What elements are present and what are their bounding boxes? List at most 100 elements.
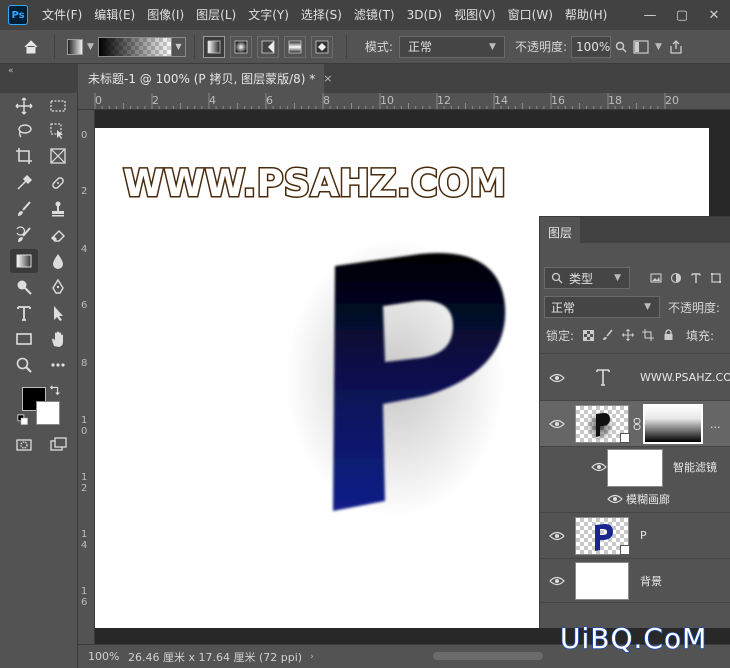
radial-gradient-button[interactable] xyxy=(229,35,252,58)
zoom-tool-icon[interactable] xyxy=(10,353,38,377)
vertical-ruler: 0 2 4 6 8 1 0 1 2 1 4 1 6 xyxy=(78,110,95,644)
eye-icon[interactable] xyxy=(549,418,565,430)
layer-thumbnail[interactable] xyxy=(575,562,629,600)
quick-mask-icon[interactable] xyxy=(10,433,38,457)
workspace-icon[interactable] xyxy=(631,36,651,58)
menu-filter[interactable]: 滤镜(T) xyxy=(348,0,401,30)
link-icon[interactable] xyxy=(633,418,641,430)
chevron-down-icon[interactable]: ▼ xyxy=(171,36,186,57)
document-tab[interactable]: 未标题-1 @ 100% (P 拷贝, 图层蒙版/8) * × xyxy=(78,64,332,93)
crop-tool-icon[interactable] xyxy=(10,144,38,168)
search-icon[interactable] xyxy=(611,36,631,58)
layer-row-p[interactable]: P xyxy=(540,513,730,559)
background-color-swatch[interactable] xyxy=(36,401,60,425)
collapse-toolbar-icon[interactable]: « xyxy=(8,66,14,76)
lasso-tool-icon[interactable] xyxy=(10,119,38,143)
eye-icon[interactable] xyxy=(549,372,565,384)
menu-select[interactable]: 选择(S) xyxy=(295,0,348,30)
smart-object-badge-icon xyxy=(620,545,630,555)
linear-gradient-button[interactable] xyxy=(202,35,225,58)
share-icon[interactable] xyxy=(666,36,686,58)
swap-colors-icon[interactable] xyxy=(48,383,62,397)
layers-tab[interactable]: 图层 xyxy=(540,217,580,247)
layer-row-masked[interactable]: ... xyxy=(540,401,730,447)
layer-mask-thumbnail[interactable] xyxy=(643,404,703,444)
close-icon[interactable]: × xyxy=(323,72,332,85)
filter-pixel-icon[interactable] xyxy=(646,268,666,288)
blend-mode-select[interactable]: 正常 ▼ xyxy=(398,35,505,58)
path-select-tool-icon[interactable] xyxy=(44,301,72,325)
move-tool-icon[interactable] xyxy=(10,94,38,118)
photoshop-logo-icon[interactable]: Ps xyxy=(8,5,28,25)
layer-row-background[interactable]: 背景 xyxy=(540,559,730,603)
eraser-tool-icon[interactable] xyxy=(44,223,72,247)
lock-all-icon[interactable] xyxy=(658,325,678,345)
marquee-tool-icon[interactable] xyxy=(44,94,72,118)
maximize-button[interactable]: ▢ xyxy=(666,0,698,30)
filter-shape-icon[interactable] xyxy=(706,268,726,288)
lock-position-icon[interactable] xyxy=(618,325,638,345)
horizontal-ruler: 0 2 4 6 8 10 12 14 16 18 20 xyxy=(78,93,730,110)
gradient-picker[interactable] xyxy=(97,36,172,57)
clone-stamp-tool-icon[interactable] xyxy=(44,197,72,221)
home-icon[interactable] xyxy=(16,34,46,60)
chevron-down-icon[interactable]: ▼ xyxy=(87,42,94,52)
close-window-button[interactable]: ✕ xyxy=(698,0,730,30)
chevron-down-icon: ▼ xyxy=(644,302,651,312)
smart-filter-mask-thumbnail[interactable] xyxy=(607,449,663,487)
gradient-tool-icon[interactable] xyxy=(10,249,38,273)
rectangle-tool-icon[interactable] xyxy=(10,327,38,351)
dodge-tool-icon[interactable] xyxy=(10,275,38,299)
menu-file[interactable]: 文件(F) xyxy=(36,0,88,30)
diamond-gradient-button[interactable] xyxy=(310,35,333,58)
menu-layer[interactable]: 图层(L) xyxy=(190,0,242,30)
pen-tool-icon[interactable] xyxy=(44,275,72,299)
hand-tool-icon[interactable] xyxy=(44,327,72,351)
eye-icon[interactable] xyxy=(607,493,623,505)
opacity-input[interactable]: 100% xyxy=(571,35,612,58)
filter-type-icon[interactable] xyxy=(686,268,706,288)
ruler-tick-label: 8 xyxy=(81,358,88,369)
menu-window[interactable]: 窗口(W) xyxy=(502,0,559,30)
eye-icon[interactable] xyxy=(591,461,607,473)
eyedropper-tool-icon[interactable] xyxy=(10,171,38,195)
layer-kind-value: 类型 xyxy=(569,271,594,286)
menu-3d[interactable]: 3D(D) xyxy=(401,0,448,30)
brush-tool-icon[interactable] xyxy=(10,197,38,221)
layer-kind-filter[interactable]: 类型 ▼ xyxy=(544,267,630,289)
minimize-button[interactable]: — xyxy=(634,0,666,30)
horizontal-scrollbar[interactable] xyxy=(433,652,543,660)
eye-icon[interactable] xyxy=(549,575,565,587)
layer-blend-mode-select[interactable]: 正常 ▼ xyxy=(544,296,660,318)
ruler-tick-label: 1 6 xyxy=(81,586,88,608)
lock-artboard-icon[interactable] xyxy=(638,325,658,345)
eye-icon[interactable] xyxy=(549,530,565,542)
layer-row-filter[interactable]: 模糊画廊 xyxy=(540,485,730,513)
reflected-gradient-button[interactable] xyxy=(283,35,306,58)
layer-row-text[interactable]: WWW.PSAHZ.COM xyxy=(540,353,730,401)
chevron-down-icon[interactable]: ▼ xyxy=(655,42,662,52)
history-brush-tool-icon[interactable] xyxy=(10,223,38,247)
chevron-right-icon[interactable]: › xyxy=(310,652,314,662)
menu-help[interactable]: 帮助(H) xyxy=(559,0,613,30)
default-colors-icon[interactable] xyxy=(16,413,30,427)
menu-type[interactable]: 文字(Y) xyxy=(242,0,295,30)
angle-gradient-button[interactable] xyxy=(256,35,279,58)
frame-tool-icon[interactable] xyxy=(44,144,72,168)
filter-adjustment-icon[interactable] xyxy=(666,268,686,288)
blur-tool-icon[interactable] xyxy=(44,249,72,273)
type-tool-icon[interactable] xyxy=(10,301,38,325)
zoom-level[interactable]: 100% xyxy=(88,650,128,663)
object-select-tool-icon[interactable] xyxy=(44,119,72,143)
gradient-tool-preset-icon[interactable] xyxy=(67,38,83,55)
menu-edit[interactable]: 编辑(E) xyxy=(88,0,141,30)
lock-image-icon[interactable] xyxy=(598,325,618,345)
layer-row-smart-filter[interactable]: 智能滤镜 xyxy=(540,447,730,487)
lock-transparent-icon[interactable] xyxy=(578,325,598,345)
menu-view[interactable]: 视图(V) xyxy=(448,0,502,30)
healing-brush-tool-icon[interactable] xyxy=(44,171,72,195)
letter-p-graphic xyxy=(333,253,506,511)
screen-mode-icon[interactable] xyxy=(44,433,72,457)
menu-image[interactable]: 图像(I) xyxy=(141,0,190,30)
more-tools-icon[interactable] xyxy=(44,353,72,377)
